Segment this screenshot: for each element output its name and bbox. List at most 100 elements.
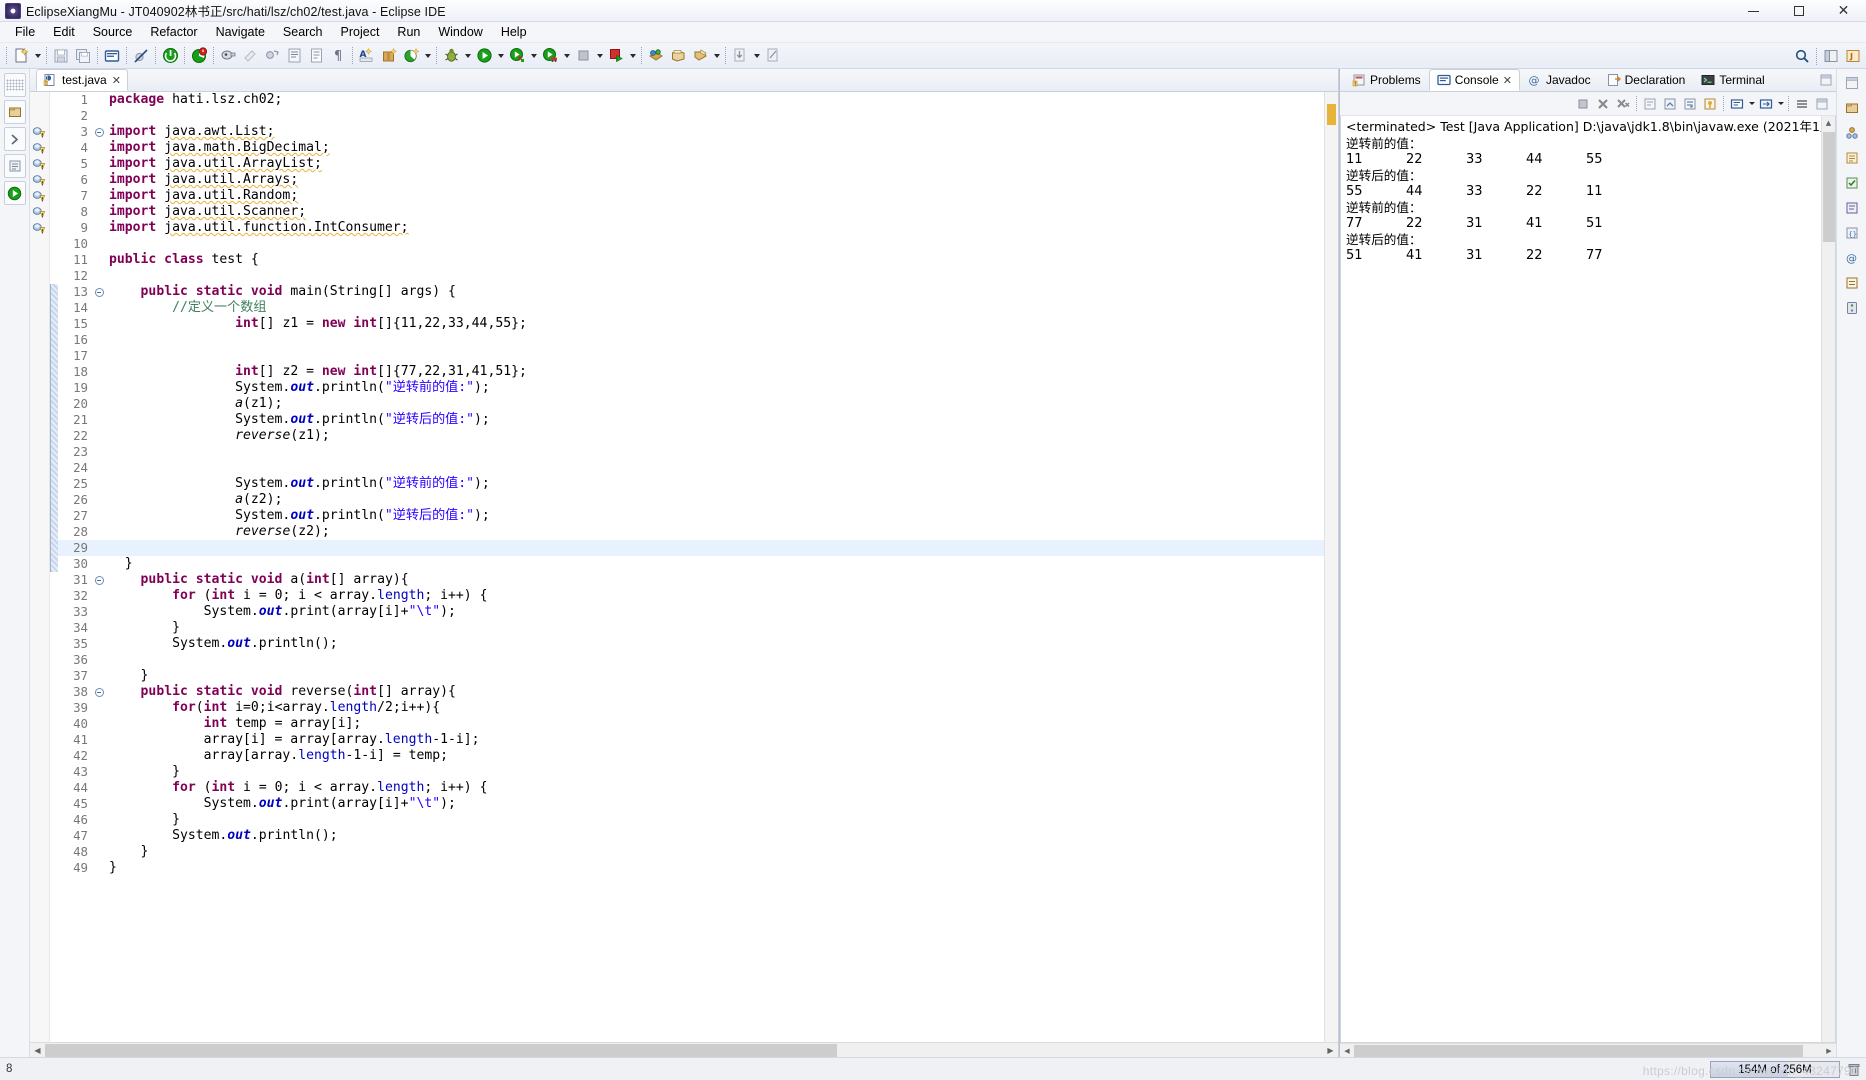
code-line[interactable]: 4 import java.math.BigDecimal;: [50, 140, 1324, 156]
scroll-right-icon[interactable]: ▶: [1323, 1043, 1338, 1058]
templates-button[interactable]: [1841, 197, 1863, 219]
new-class-button[interactable]: [645, 45, 667, 67]
editor-code-region[interactable]: 1 package hati.lsz.ch02; 2 3 import java.awt…: [50, 92, 1324, 1042]
code-line[interactable]: 5 import java.util.ArrayList;: [50, 156, 1324, 172]
code-line[interactable]: 30 }: [50, 556, 1324, 572]
external-tools-button[interactable]: [539, 45, 561, 67]
menu-edit[interactable]: Edit: [44, 23, 84, 41]
open-type-button[interactable]: [261, 45, 283, 67]
coverage-button[interactable]: [506, 45, 528, 67]
code-line[interactable]: 19 System.out.println("逆转前的值:");: [50, 380, 1324, 396]
menu-window[interactable]: Window: [429, 23, 491, 41]
code-line[interactable]: 26 a(z2);: [50, 492, 1324, 508]
code-line[interactable]: 42 array[array.length-1-i] = temp;: [50, 748, 1324, 764]
new-interface-button[interactable]: [667, 45, 689, 67]
code-line[interactable]: 25 System.out.println("逆转前的值:");: [50, 476, 1324, 492]
java-perspective-button[interactable]: J: [1842, 45, 1864, 67]
at-button[interactable]: @: [1841, 247, 1863, 269]
code-line[interactable]: 47 System.out.println();: [50, 828, 1324, 844]
console-vscroll-thumb[interactable]: [1823, 132, 1835, 242]
external-tools-dropdown[interactable]: [561, 45, 572, 67]
display-selected-console-button[interactable]: [1727, 94, 1747, 114]
scroll-thumb[interactable]: [45, 1043, 838, 1057]
new-java-project-button[interactable]: [400, 45, 422, 67]
menu-source[interactable]: Source: [84, 23, 142, 41]
code-line[interactable]: 10: [50, 236, 1324, 252]
code-line[interactable]: 40 int temp = array[i];: [50, 716, 1324, 732]
minimize-button[interactable]: [1731, 0, 1776, 22]
code-line[interactable]: 35 System.out.println();: [50, 636, 1324, 652]
code-line[interactable]: 9 import java.util.function.IntConsumer;: [50, 220, 1324, 236]
console-horizontal-scrollbar[interactable]: ◀ ▶: [1340, 1043, 1836, 1057]
scroll-track[interactable]: [45, 1043, 1323, 1058]
console-output-area[interactable]: <terminated> Test [Java Application] D:\…: [1340, 116, 1836, 1043]
coverage-dropdown[interactable]: [528, 45, 539, 67]
code-line[interactable]: 32 for (int i = 0; i < array.length; i++…: [50, 588, 1324, 604]
minimize-console-button[interactable]: [1812, 94, 1832, 114]
run-fastview-button[interactable]: [3, 181, 26, 205]
pin-console-button[interactable]: [1700, 94, 1720, 114]
restore-left-button[interactable]: [3, 73, 26, 97]
new-annotation-button[interactable]: [689, 45, 711, 67]
open-task-button[interactable]: [239, 45, 261, 67]
overview-warning-mark[interactable]: [1327, 122, 1336, 125]
code-line[interactable]: 37 }: [50, 668, 1324, 684]
run-last-dropdown[interactable]: [627, 45, 638, 67]
remove-all-terminated-button[interactable]: [1613, 94, 1633, 114]
terminate-button[interactable]: [159, 45, 181, 67]
code-line[interactable]: 44 for (int i = 0; i < array.length; i++…: [50, 780, 1324, 796]
code-line[interactable]: 28 reverse(z2);: [50, 524, 1324, 540]
type-hierarchy-button[interactable]: [1841, 122, 1863, 144]
code-line[interactable]: 16: [50, 332, 1324, 348]
code-line[interactable]: 34 }: [50, 620, 1324, 636]
open-console-dropdown[interactable]: [1776, 94, 1785, 114]
maximize-button[interactable]: [1776, 0, 1821, 22]
close-button[interactable]: ✕: [1821, 0, 1866, 22]
save-button[interactable]: [50, 45, 72, 67]
view-tab-close-icon[interactable]: ✕: [1503, 74, 1512, 87]
debug-dropdown[interactable]: [462, 45, 473, 67]
console-text[interactable]: <terminated> Test [Java Application] D:\…: [1341, 116, 1821, 1042]
menu-project[interactable]: Project: [332, 23, 389, 41]
view-tab-declaration[interactable]: Declaration: [1599, 69, 1694, 91]
menu-help[interactable]: Help: [492, 23, 536, 41]
code-line[interactable]: 48 }: [50, 844, 1324, 860]
menu-file[interactable]: File: [6, 23, 44, 41]
view-tab-terminal[interactable]: Terminal: [1693, 69, 1772, 91]
fold-collapse-icon[interactable]: [92, 127, 106, 137]
debug-last-button[interactable]: [188, 45, 210, 67]
console-hscroll-track[interactable]: [1354, 1044, 1822, 1058]
quick-access-button[interactable]: [1791, 45, 1813, 67]
restore-button[interactable]: [1841, 72, 1863, 94]
code-line[interactable]: 3 import java.awt.List;: [50, 124, 1324, 140]
menu-run[interactable]: Run: [388, 23, 429, 41]
new-java-project-dropdown[interactable]: [422, 45, 433, 67]
code-line[interactable]: 27 System.out.println("逆转后的值:");: [50, 508, 1324, 524]
code-line[interactable]: 49}: [50, 860, 1324, 876]
fold-collapse-icon[interactable]: [92, 287, 106, 297]
task-list-button[interactable]: [1841, 172, 1863, 194]
code-line[interactable]: 13 public static void main(String[] args…: [50, 284, 1324, 300]
code-line[interactable]: 8 import java.util.Scanner;: [50, 204, 1324, 220]
console-view-button[interactable]: [101, 45, 123, 67]
code-line[interactable]: 22 reverse(z1);: [50, 428, 1324, 444]
next-edit-location-button[interactable]: [762, 45, 784, 67]
menu-search[interactable]: Search: [274, 23, 332, 41]
view-tab-problems[interactable]: ! Problems: [1344, 69, 1429, 91]
toggle-left-button[interactable]: [3, 127, 26, 151]
code-line[interactable]: 39 for(int i=0;i<array.length/2;i++){: [50, 700, 1324, 716]
warning-marker-icon[interactable]: [32, 125, 47, 139]
open-perspective-button[interactable]: [1820, 45, 1842, 67]
editor-horizontal-scrollbar[interactable]: ◀ ▶: [30, 1042, 1338, 1057]
display-console-dropdown[interactable]: [1747, 94, 1756, 114]
code-line[interactable]: 24: [50, 460, 1324, 476]
scroll-right-icon[interactable]: ▶: [1822, 1044, 1836, 1058]
previous-annotation-button[interactable]: [729, 45, 751, 67]
snippets-button[interactable]: {}: [1841, 222, 1863, 244]
code-line[interactable]: 38 public static void reverse(int[] arra…: [50, 684, 1324, 700]
code-line[interactable]: 14 //定义一个数组: [50, 300, 1324, 316]
code-line[interactable]: 18 int[] z2 = new int[]{77,22,31,41,51};: [50, 364, 1324, 380]
skip-breakpoints-button[interactable]: [130, 45, 152, 67]
save-all-button[interactable]: [72, 45, 94, 67]
outline-button[interactable]: [1841, 147, 1863, 169]
